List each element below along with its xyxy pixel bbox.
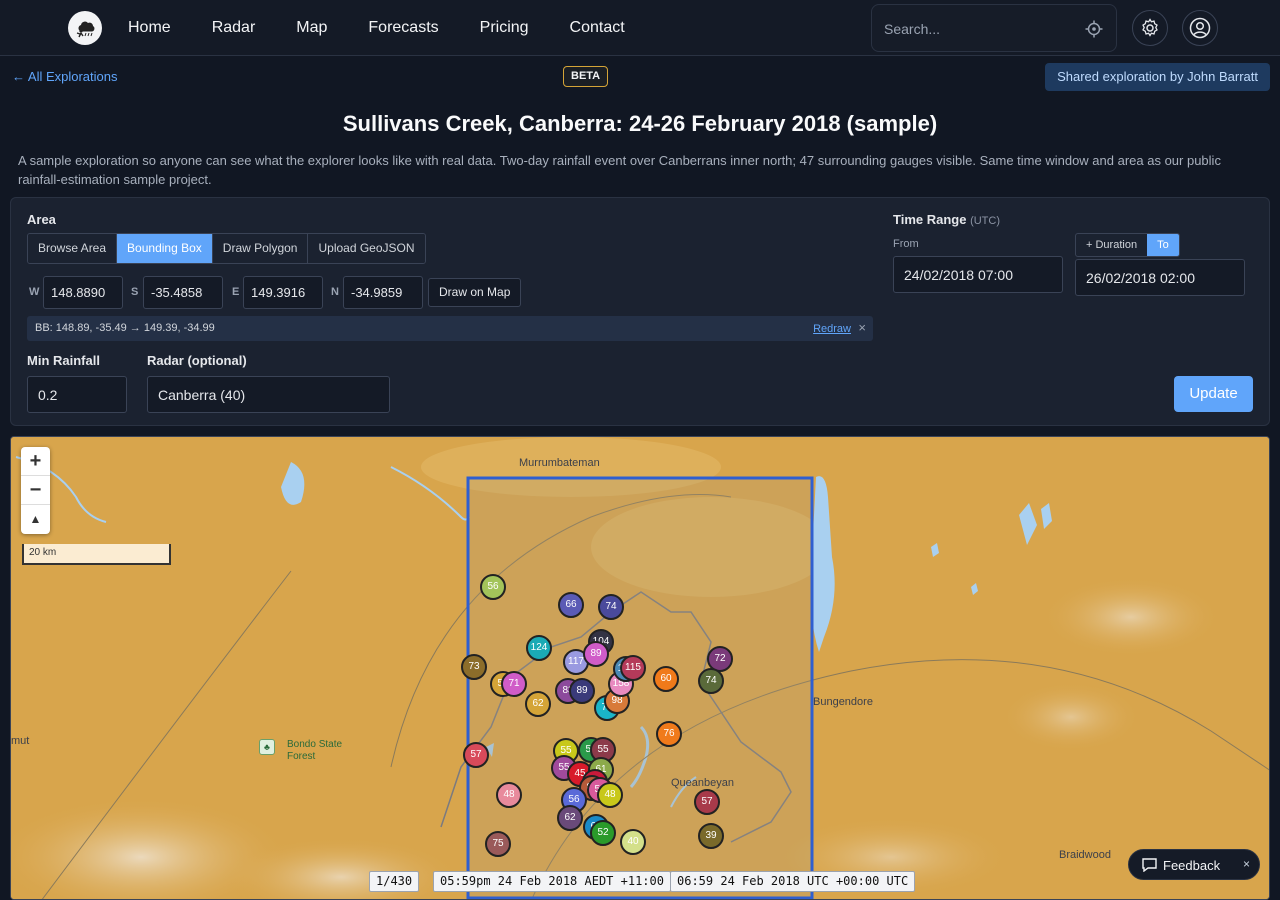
clear-bbox-icon[interactable]: × [858,320,866,335]
end-mode-toggle: + Duration To [1075,233,1180,257]
zoom-controls: + − ▲ [21,447,50,534]
nav-map[interactable]: Map [296,19,327,37]
nav-pricing[interactable]: Pricing [480,19,529,37]
beta-badge: BETA [563,66,609,87]
logo-icon[interactable] [68,11,102,45]
place-bungendore: Bungendore [813,696,873,708]
rain-gauge-marker[interactable]: 57 [694,789,720,815]
rain-gauge-marker[interactable]: 57 [463,742,489,768]
frame-counter: 1/430 [369,871,420,892]
feedback-label: Feedback [1163,858,1221,873]
rain-gauge-marker[interactable]: 48 [597,782,623,808]
nav-links: Home Radar Map Forecasts Pricing Contact [128,0,666,56]
rain-gauge-marker[interactable]: 40 [620,829,646,855]
min-rainfall-input[interactable] [27,376,127,413]
east-input[interactable] [243,276,323,309]
bounding-box-summary: BB: 148.89, -35.49 → 149.39, -34.99 Redr… [27,316,873,341]
gear-icon [1142,18,1158,37]
shared-by-badge: Shared exploration by John Barratt [1045,63,1270,91]
from-label: From [893,238,919,250]
rain-gauge-marker[interactable]: 60 [653,666,679,692]
scale-bar: 20 km [22,544,171,565]
north-input[interactable] [343,276,423,309]
zoom-out-button[interactable]: − [21,476,50,505]
rain-gauge-marker[interactable]: 115 [620,655,646,681]
rain-gauge-marker[interactable]: 66 [558,592,584,618]
south-input[interactable] [143,276,223,309]
bondo-state-forest-label: Bondo State Forest [287,739,343,762]
rain-gauge-marker[interactable]: 52 [590,820,616,846]
place-braidwood: Braidwood [1059,849,1111,861]
east-label: E [232,286,240,298]
rain-gauge-marker[interactable]: 56 [480,574,506,600]
west-label: W [29,286,40,298]
nav-forecasts[interactable]: Forecasts [368,19,438,37]
search-input[interactable] [884,17,1074,41]
page-title: Sullivans Creek, Canberra: 24-26 Februar… [342,111,938,136]
rain-gauge-marker[interactable]: 39 [698,823,724,849]
rain-gauge-marker[interactable]: 89 [583,641,609,667]
nav-contact[interactable]: Contact [570,19,625,37]
duration-toggle[interactable]: + Duration [1076,234,1147,256]
from-input[interactable] [893,256,1063,293]
user-icon [1189,17,1211,39]
west-input[interactable] [43,276,123,309]
compass-icon[interactable]: ▲ [21,505,50,534]
place-bondo-state-forest: ♣ Bondo State Forest [259,739,349,763]
mode-browse-area[interactable]: Browse Area [28,234,118,263]
rain-gauge-marker[interactable]: 73 [461,654,487,680]
area-label: Area [27,212,56,227]
place-murrumbateman: Murrumbateman [519,457,600,469]
time-range-unit: (UTC) [970,215,1001,227]
utc-time-display: 06:59 24 Feb 2018 UTC +00:00 UTC [670,871,916,892]
feedback-close-icon[interactable]: × [1243,857,1250,871]
north-label: N [331,286,339,298]
time-range-title: Time Range [893,212,967,227]
rain-gauge-marker[interactable]: 71 [501,671,527,697]
account-button[interactable] [1182,10,1218,46]
nav-home[interactable]: Home [128,19,171,37]
locate-icon[interactable] [1085,20,1103,38]
exploration-controls: Area Browse Area Bounding Box Draw Polyg… [10,197,1270,426]
radar-label: Radar (optional) [147,353,247,368]
update-button[interactable]: Update [1174,376,1253,412]
to-toggle[interactable]: To [1147,234,1179,256]
feedback-widget[interactable]: Feedback × [1128,849,1260,880]
nav-radar[interactable]: Radar [212,19,256,37]
mode-bounding-box[interactable]: Bounding Box [117,234,213,263]
back-to-explorations-link[interactable]: ← All Explorations [12,69,118,84]
mode-upload-geojson[interactable]: Upload GeoJSON [308,234,425,263]
mode-draw-polygon[interactable]: Draw Polygon [212,234,309,263]
radar-input[interactable] [147,376,390,413]
area-mode-selector: Browse Area Bounding Box Draw Polygon Up… [27,233,426,264]
rain-gauge-marker[interactable]: 74 [698,668,724,694]
rain-gauge-marker[interactable]: 89 [569,678,595,704]
rain-gauge-marker[interactable]: 62 [557,805,583,831]
zoom-in-button[interactable]: + [21,447,50,476]
tree-icon: ♣ [259,739,275,755]
time-range-label: Time Range (UTC) [893,212,1000,227]
redraw-link[interactable]: Redraw [813,323,851,335]
rain-gauge-marker[interactable]: 124 [526,635,552,661]
bounding-box-text: BB: 148.89, -35.49 → 149.39, -34.99 [35,322,215,334]
min-rainfall-label: Min Rainfall [27,353,100,368]
draw-on-map-button[interactable]: Draw on Map [428,278,522,307]
to-input[interactable] [1075,259,1245,296]
chat-icon [1142,858,1157,872]
south-label: S [131,286,139,298]
rain-gauge-marker[interactable]: 48 [496,782,522,808]
place-queanbeyan: Queanbeyan [671,777,734,789]
rain-gauge-marker[interactable]: 74 [598,594,624,620]
page-description: A sample exploration so anyone can see w… [18,153,1221,187]
top-nav: Home Radar Map Forecasts Pricing Contact [0,0,1280,56]
rain-gauge-marker[interactable]: 62 [525,691,551,717]
map-view[interactable]: Murrumbateman Bungendore Queanbeyan ♣ Bo… [10,436,1270,900]
rain-gauge-marker[interactable]: 75 [485,831,511,857]
place-mut: mut [11,735,30,747]
search-box [871,4,1117,52]
local-time-display: 05:59pm 24 Feb 2018 AEDT +11:00 [433,871,671,892]
settings-button[interactable] [1132,10,1168,46]
rain-gauge-marker[interactable]: 76 [656,721,682,747]
